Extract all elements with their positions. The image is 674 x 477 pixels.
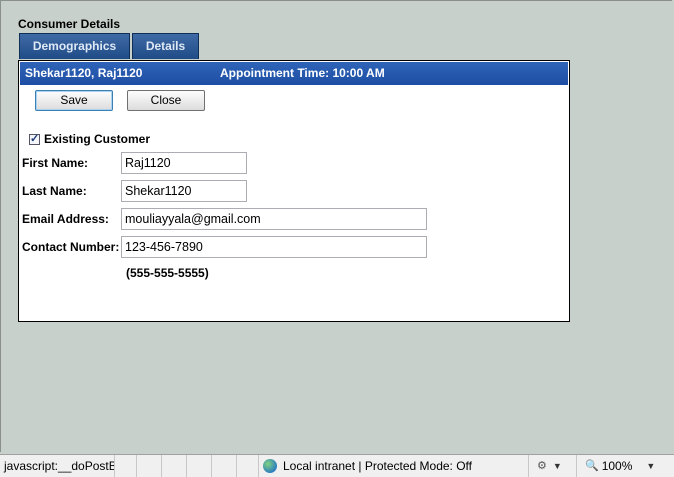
last-name-label: Last Name: (22, 184, 87, 198)
chevron-down-icon: ▼ (646, 461, 656, 471)
save-button[interactable]: Save (35, 90, 113, 111)
status-segment (237, 455, 259, 477)
chevron-down-icon: ▼ (552, 461, 562, 471)
first-name-field[interactable]: Raj1120 (121, 152, 247, 174)
consumer-name: Shekar1120, Raj1120 (25, 66, 143, 80)
status-segment (162, 455, 187, 477)
email-label: Email Address: (22, 212, 109, 226)
tab-details[interactable]: Details (132, 33, 199, 59)
zone-text: Local intranet | Protected Mode: Off (283, 459, 472, 473)
status-segment (187, 455, 212, 477)
status-bar: javascript:__doPostBa Local intranet | P… (0, 454, 674, 477)
existing-customer-checkbox[interactable]: ✓ (29, 132, 40, 145)
last-name-field[interactable]: Shekar1120 (121, 180, 247, 202)
security-zone[interactable]: Local intranet | Protected Mode: Off (259, 455, 529, 477)
contact-number-field[interactable]: 123-456-7890 (121, 236, 427, 258)
globe-icon (263, 459, 277, 473)
zoom-icon: 🔍 (585, 460, 599, 472)
close-button[interactable]: Close (127, 90, 205, 111)
first-name-label: First Name: (22, 156, 89, 170)
checkmark-icon: ✓ (30, 132, 40, 145)
status-segment (115, 455, 137, 477)
protected-mode-settings[interactable]: ⚙ ▼ (529, 455, 577, 477)
page-area: Consumer Details Demographics Details Sh… (0, 0, 672, 452)
zoom-control[interactable]: 🔍 100% ▼ (577, 455, 674, 477)
page-title: Consumer Details (18, 17, 121, 31)
tab-demographics[interactable]: Demographics (19, 33, 130, 59)
status-text: javascript:__doPostBa (2, 455, 115, 477)
status-segment (212, 455, 237, 477)
email-field[interactable]: mouliayyala@gmail.com (121, 208, 427, 230)
appointment-time: Appointment Time: 10:00 AM (220, 66, 385, 80)
status-segment (137, 455, 162, 477)
settings-icon: ⚙ (537, 460, 547, 472)
existing-customer-row: ✓ Existing Customer (29, 132, 150, 146)
contact-number-label: Contact Number: (22, 240, 120, 254)
existing-customer-label: Existing Customer (44, 132, 151, 146)
phone-format-hint: (555-555-5555) (126, 266, 209, 280)
zoom-level: 100% (601, 459, 633, 473)
panel-header: Shekar1120, Raj1120 Appointment Time: 10… (20, 62, 568, 85)
consumer-panel: Shekar1120, Raj1120 Appointment Time: 10… (18, 60, 570, 322)
